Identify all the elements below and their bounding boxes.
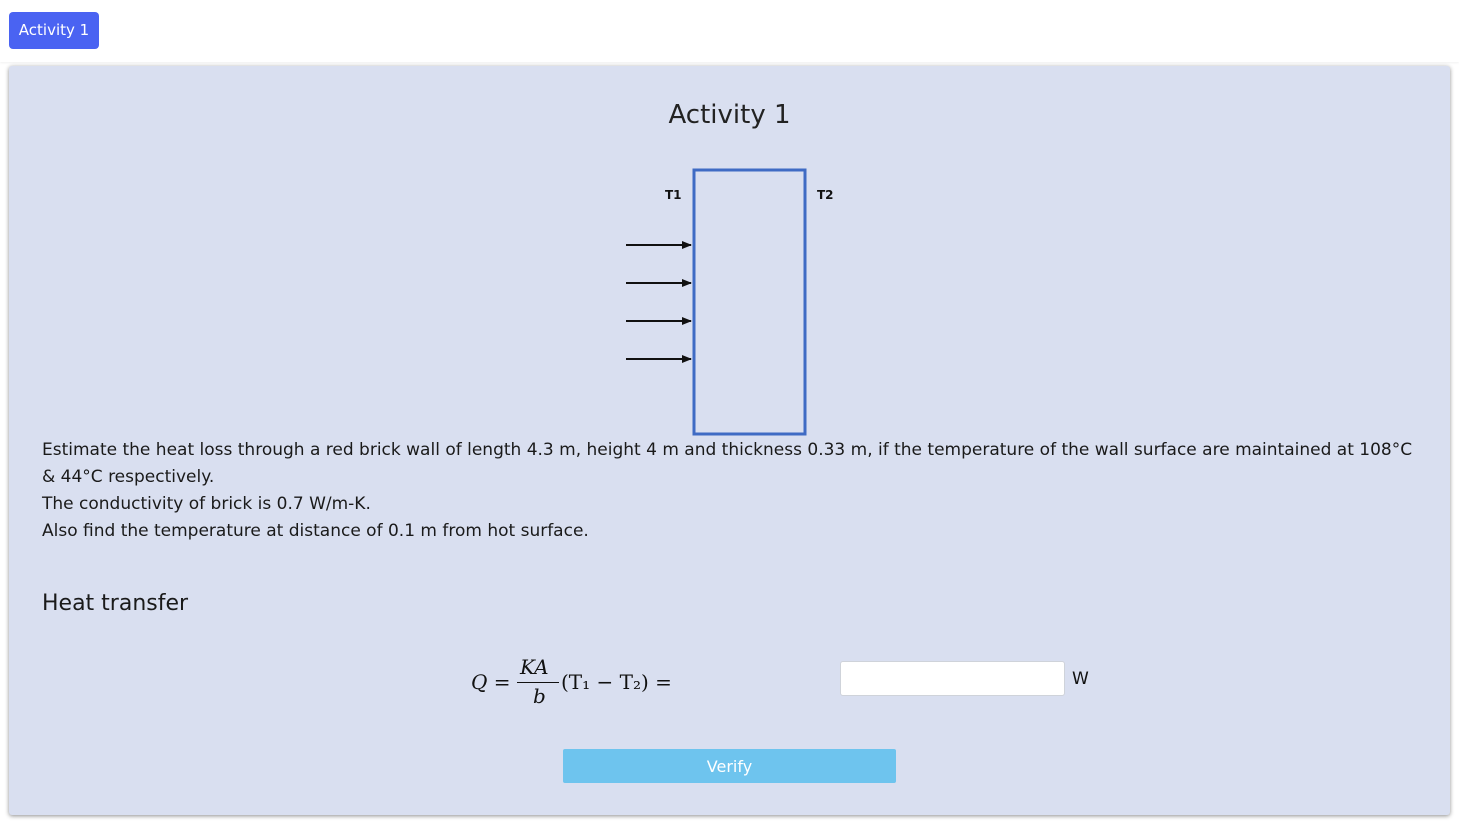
- heat-transfer-input[interactable]: [840, 661, 1065, 696]
- formula-denominator: b: [533, 684, 546, 708]
- brick-wall-rect: [692, 168, 807, 436]
- top-bar: Activity 1: [0, 0, 1459, 62]
- problem-line: Estimate the heat loss through a red bri…: [42, 440, 1413, 487]
- problem-statement: Estimate the heat loss through a red bri…: [42, 437, 1422, 545]
- wall-diagram: T1 T2: [609, 162, 849, 442]
- unit-label: W: [1072, 669, 1089, 689]
- heat-transfer-formula: Q = KA b (T₁ − T₂) =: [471, 652, 672, 708]
- verify-button[interactable]: Verify: [563, 749, 896, 783]
- problem-line: Also find the temperature at distance of…: [42, 521, 589, 541]
- fraction-bar: [517, 682, 559, 683]
- wall-diagram-svg: [626, 168, 807, 436]
- section-heading: Heat transfer: [42, 591, 189, 616]
- activity-1-tab-button[interactable]: Activity 1: [9, 12, 99, 49]
- activity-panel: Activity 1 T1 T2 Estimate the heat loss …: [9, 66, 1450, 815]
- t1-label: T1: [665, 188, 682, 202]
- formula-rhs: (T₁ − T₂) =: [561, 670, 672, 694]
- problem-line: The conductivity of brick is 0.7 W/m-K.: [42, 494, 371, 514]
- t2-label: T2: [817, 188, 834, 202]
- formula-lhs: Q =: [471, 670, 511, 694]
- page-title: Activity 1: [668, 100, 791, 130]
- formula-numerator: KA: [520, 655, 549, 679]
